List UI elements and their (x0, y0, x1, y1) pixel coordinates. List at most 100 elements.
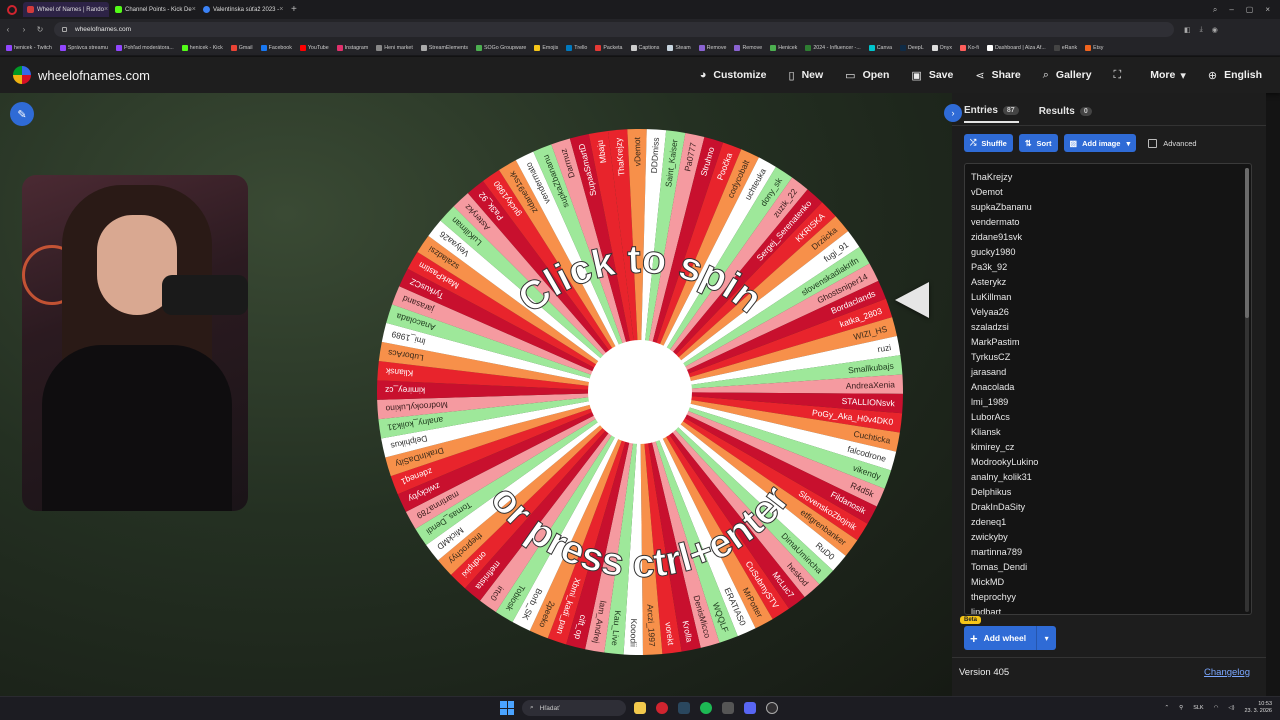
close-tab-icon[interactable]: × (104, 6, 108, 13)
bookmark-item[interactable]: Heni market (376, 44, 413, 51)
bookmark-item[interactable]: Onyx (931, 44, 952, 51)
menu-new[interactable]: ▯ New (789, 69, 824, 82)
menu-save[interactable]: ▣ Save (911, 69, 953, 82)
entry-line[interactable]: gucky1980 (965, 245, 1038, 260)
add-image-button[interactable]: ▨ Add image ▾ (1063, 134, 1137, 152)
entry-line[interactable]: theprochyy (965, 590, 1038, 605)
bookmark-item[interactable]: henicek - Kick (181, 44, 223, 51)
entry-line[interactable]: TyrkusCZ (965, 350, 1038, 365)
entry-line[interactable]: LuKillman (965, 290, 1038, 305)
entry-line[interactable]: jarasand (965, 365, 1038, 380)
menu-english[interactable]: ⊕ English (1208, 69, 1262, 82)
menu-share[interactable]: ⋖ Share (975, 69, 1020, 82)
tab-results[interactable]: Results 0 (1039, 105, 1092, 123)
bookmark-item[interactable]: SOGo Groupware (475, 44, 526, 51)
entry-line[interactable]: LuborAcs (965, 410, 1038, 425)
entry-line[interactable]: szaladzsi (965, 320, 1038, 335)
entry-line[interactable]: Tomas_Dendi (965, 560, 1038, 575)
menu-more[interactable]: More ▾ (1150, 69, 1186, 82)
entry-line[interactable]: analny_kolik31 (965, 470, 1038, 485)
tab-channel-points[interactable]: Channel Points - Kick De × (111, 2, 197, 17)
entry-line[interactable]: lindbart (965, 605, 1038, 614)
extension-icon[interactable]: ◧ (1184, 26, 1191, 34)
bookmark-item[interactable]: Remove (698, 44, 726, 51)
entry-line[interactable]: Asterykz (965, 275, 1038, 290)
entry-line[interactable]: Kliansk (965, 425, 1038, 440)
collapse-sidebar-button[interactable]: › (944, 104, 962, 122)
add-wheel-dropdown[interactable]: ▾ (1036, 626, 1057, 650)
bookmark-item[interactable]: Facebook (260, 44, 292, 51)
shuffle-button[interactable]: ⤮ Shuffle (964, 134, 1013, 152)
profile-icon[interactable]: ◉ (1212, 26, 1218, 34)
entries-scrollbar[interactable] (1245, 168, 1249, 612)
menu-open[interactable]: ▭ Open (845, 69, 889, 82)
bookmark-item[interactable]: YouTube (299, 44, 329, 51)
bookmark-item[interactable]: Správca streamu (59, 44, 108, 51)
tray-app-icon[interactable]: ⚲ (1179, 705, 1183, 711)
close-tab-icon[interactable]: × (279, 6, 283, 13)
entry-line[interactable]: kimirey_cz (965, 440, 1038, 455)
wheel-logo-icon[interactable] (13, 66, 31, 84)
search-tabs-icon[interactable]: ⌕ (1213, 5, 1217, 15)
chevron-up-icon[interactable]: ⌃ (1165, 705, 1170, 711)
back-icon[interactable]: ‹ (0, 25, 16, 34)
bookmark-item[interactable]: Ko-fi (960, 44, 979, 51)
url-field[interactable]: wheelofnames.com (54, 22, 1174, 37)
steam-icon[interactable] (678, 702, 690, 714)
checkbox-box[interactable] (1148, 138, 1158, 148)
new-tab-icon[interactable]: + (291, 4, 297, 15)
wheel-center[interactable] (588, 340, 692, 444)
capture-app-icon[interactable] (722, 702, 734, 714)
wifi-icon[interactable]: ◠ (1214, 705, 1219, 711)
bookmark-item[interactable]: Canva (868, 44, 892, 51)
volume-icon[interactable]: ◁) (1228, 705, 1234, 711)
minimize-icon[interactable]: – (1229, 5, 1233, 15)
edit-pencil-button[interactable]: ✎ (10, 102, 34, 126)
sort-button[interactable]: ⇅ Sort (1018, 134, 1058, 152)
bookmark-item[interactable]: Trello (566, 44, 587, 51)
entry-line[interactable]: ModrookyLukino (965, 455, 1038, 470)
bookmark-item[interactable]: eRank (1053, 44, 1077, 51)
entry-line[interactable]: Pa3k_92 (965, 260, 1038, 275)
maximize-icon[interactable]: ▢ (1246, 5, 1254, 15)
bookmark-item[interactable]: DeepL (900, 44, 924, 51)
advanced-checkbox[interactable]: Advanced (1148, 138, 1197, 148)
site-name[interactable]: wheelofnames.com (38, 68, 150, 83)
entry-line[interactable]: vDemot (965, 185, 1038, 200)
entry-line[interactable]: Delphikus (965, 485, 1038, 500)
bookmark-item[interactable]: 2024 - Influencer -... (805, 44, 861, 51)
language-indicator[interactable]: SLK (1193, 705, 1203, 711)
entry-line[interactable]: zwickyby (965, 530, 1038, 545)
opera-logo-icon[interactable] (7, 4, 17, 15)
bookmark-item[interactable]: Gmail (230, 44, 253, 51)
close-window-icon[interactable]: × (1265, 5, 1270, 15)
menu-fullscreen[interactable]: ⛶ (1114, 69, 1129, 82)
opera-browser-icon[interactable] (656, 702, 668, 714)
entry-line[interactable]: lmi_1989 (965, 395, 1038, 410)
forward-icon[interactable]: › (16, 25, 32, 34)
spotify-icon[interactable] (700, 702, 712, 714)
entry-line[interactable]: martinna789 (965, 545, 1038, 560)
entry-line[interactable]: vendermato (965, 215, 1038, 230)
entry-line[interactable]: Velyaa26 (965, 305, 1038, 320)
clock[interactable]: 10:53 23. 3. 2026 (1244, 701, 1272, 715)
entry-line[interactable]: zidane91svk (965, 230, 1038, 245)
bookmark-item[interactable]: Captions (630, 44, 659, 51)
file-explorer-icon[interactable] (634, 702, 646, 714)
bookmark-item[interactable]: StreamElements (420, 44, 468, 51)
close-tab-icon[interactable]: × (192, 6, 196, 13)
spin-wheel[interactable]: ThaKrejzy vDemot DDDmiss Saint_Kaiser Pa0777… (373, 125, 907, 659)
bookmark-item[interactable]: Steam (667, 44, 691, 51)
entry-line[interactable]: Anacolada (965, 380, 1038, 395)
entry-line[interactable]: ThaKrejzy (965, 170, 1038, 185)
bookmark-item[interactable]: Etsy (1085, 44, 1103, 51)
entries-textarea[interactable]: ThaKrejzy vDemot supkaZbananu vendermato zid… (964, 163, 1252, 615)
bookmark-item[interactable]: henicek - Twitch (6, 44, 52, 51)
bookmark-item[interactable]: Pohľad moderátora... (115, 44, 174, 51)
obs-icon[interactable] (766, 702, 778, 714)
bookmark-item[interactable]: Packeta (595, 44, 623, 51)
tab-entries[interactable]: Entries 87 (964, 105, 1019, 123)
bookmark-item[interactable]: Henicek (770, 44, 797, 51)
bookmark-item[interactable]: Remove (734, 44, 762, 51)
scrollbar-thumb[interactable] (1245, 168, 1249, 318)
